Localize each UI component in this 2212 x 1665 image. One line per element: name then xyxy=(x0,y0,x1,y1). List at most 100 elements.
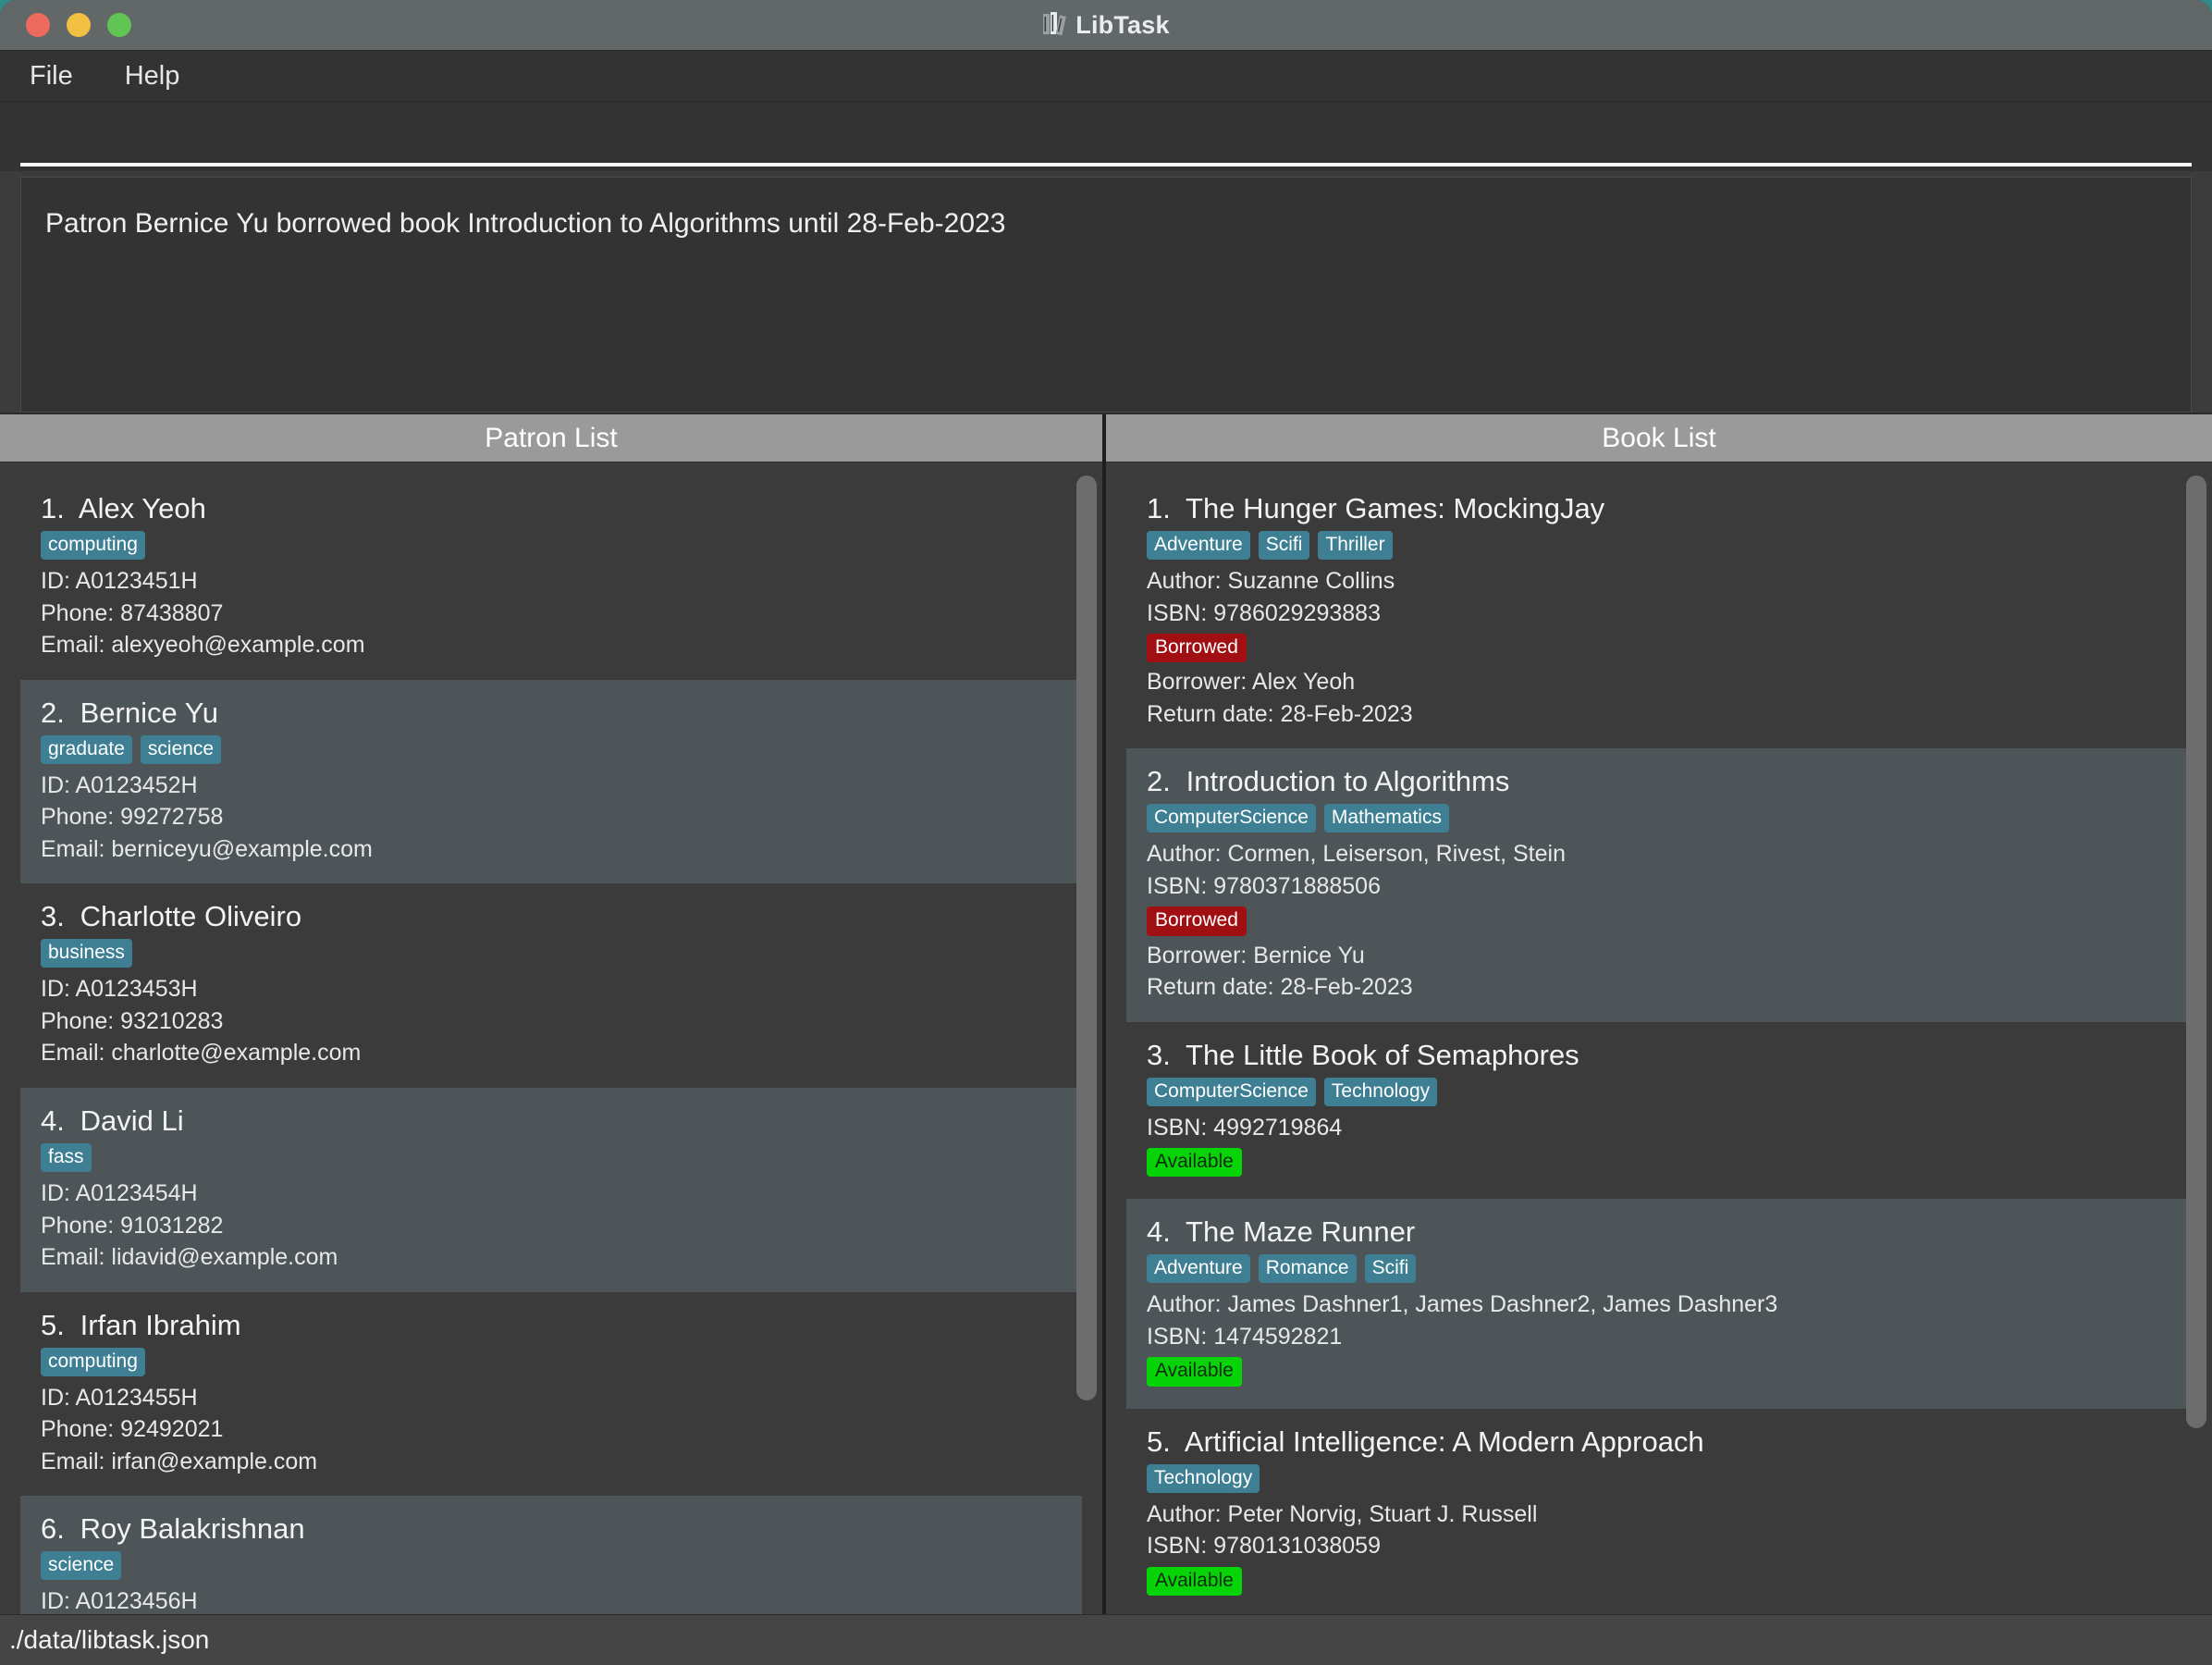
patron-card[interactable]: 6. Roy Balakrishnan science ID: A0123456H xyxy=(20,1496,1082,1614)
tag-chip: ComputerScience xyxy=(1147,1077,1316,1106)
patron-id: ID: A0123456H xyxy=(41,1588,198,1614)
patron-list: 1. Alex Yeoh computing ID: A0123451H Phone:… xyxy=(20,475,1082,1614)
tag-list: science xyxy=(41,1551,1062,1581)
tag-list: ComputerScience Technology xyxy=(1147,1077,2171,1106)
result-message-text: Patron Bernice Yu borrowed book Introduc… xyxy=(45,208,1006,239)
patron-list-scrollbar[interactable] xyxy=(1076,475,1097,1609)
patron-id: ID: A0123455H xyxy=(41,1384,198,1411)
patron-card[interactable]: 2. Bernice Yu graduate science ID: A0123452… xyxy=(20,679,1082,884)
book-status-row: Available xyxy=(1147,1562,2171,1599)
patron-card[interactable]: 3. Charlotte Oliveiro business ID: A012345… xyxy=(20,883,1082,1088)
patron-phone: Phone: 93210283 xyxy=(41,1007,224,1034)
patron-id: ID: A0123452H xyxy=(41,771,198,798)
book-card[interactable]: 5. Artificial Intelligence: A Modern App… xyxy=(1126,1408,2192,1614)
menubar: File Help xyxy=(0,51,2212,102)
patron-email: Email: lidavid@example.com xyxy=(41,1244,338,1271)
patron-email: Email: berniceyu@example.com xyxy=(41,835,373,862)
tag-chip: Scifi xyxy=(1258,531,1310,561)
book-index: 3. xyxy=(1147,1038,1171,1071)
book-index: 2. xyxy=(1147,765,1171,798)
statusbar: ./data/libtask.json xyxy=(0,1614,2212,1665)
book-status-row: Borrowed xyxy=(1147,629,2171,666)
book-card[interactable]: 1. The Hunger Games: MockingJay Adventure… xyxy=(1126,475,2192,749)
book-card[interactable]: 3. The Little Book of Semaphores Computer… xyxy=(1126,1021,2192,1200)
tag-chip: Adventure xyxy=(1147,1254,1250,1284)
tag-list: graduate science xyxy=(41,734,1062,764)
window-title-group: LibTask xyxy=(0,10,2212,41)
tag-chip: fass xyxy=(41,1142,92,1173)
patron-card[interactable]: 4. David Li fass ID: A0123454H Phone: 91031… xyxy=(20,1087,1082,1292)
tag-chip: ComputerScience xyxy=(1147,804,1316,833)
command-input[interactable] xyxy=(20,113,2192,166)
tag-chip: Technology xyxy=(1323,1077,1438,1106)
patron-index: 5. xyxy=(41,1308,65,1341)
status-badge: Available xyxy=(1147,1357,1242,1387)
tag-chip: Scifi xyxy=(1364,1254,1417,1284)
tag-chip: computing xyxy=(41,1347,145,1376)
book-list-scroll-thumb[interactable] xyxy=(2186,475,2206,1428)
tag-list: ComputerScience Mathematics xyxy=(1147,804,2171,833)
patron-email: Email: charlotte@example.com xyxy=(41,1040,362,1067)
patron-list-scroll-thumb[interactable] xyxy=(1076,475,1097,1400)
book-index: 5. xyxy=(1147,1424,1171,1458)
tag-chip: Romance xyxy=(1258,1254,1357,1284)
patron-title: 2. Bernice Yu xyxy=(41,696,218,729)
window-title: LibTask xyxy=(1075,10,1170,39)
book-return-date: Return date: 28-Feb-2023 xyxy=(1147,974,1413,1001)
book-author: Author: Cormen, Leiserson, Rivest, Stein xyxy=(1147,841,1566,868)
book-list: 1. The Hunger Games: MockingJay Adventure… xyxy=(1126,475,2192,1614)
book-pane-header: Book List xyxy=(1106,414,2212,462)
tag-chip: Technology xyxy=(1147,1463,1260,1493)
book-borrower: Borrower: Bernice Yu xyxy=(1147,942,1365,968)
book-author: Author: Suzanne Collins xyxy=(1147,568,1395,595)
book-isbn: ISBN: 9780371888506 xyxy=(1147,872,1381,899)
tag-list: computing xyxy=(41,531,1062,561)
tag-list: business xyxy=(41,939,1062,968)
patron-card[interactable]: 1. Alex Yeoh computing ID: A0123451H Phone:… xyxy=(20,475,1082,680)
book-card[interactable]: 4. The Maze Runner Adventure Romance Scifi A… xyxy=(1126,1199,2192,1409)
book-title: 4. The Maze Runner xyxy=(1147,1215,1416,1249)
book-author: Author: Peter Norvig, Stuart J. Russell xyxy=(1147,1500,1538,1527)
patron-id: ID: A0123454H xyxy=(41,1180,198,1207)
menu-item-file[interactable]: File xyxy=(26,59,77,93)
book-borrower: Borrower: Alex Yeoh xyxy=(1147,669,1356,696)
book-index: 4. xyxy=(1147,1215,1171,1249)
close-button[interactable] xyxy=(26,13,50,37)
book-isbn: ISBN: 4992719864 xyxy=(1147,1114,1343,1141)
patron-email: Email: irfan@example.com xyxy=(41,1448,318,1474)
status-badge: Borrowed xyxy=(1147,634,1247,663)
tag-list: computing xyxy=(41,1347,1062,1376)
tag-chip: Mathematics xyxy=(1323,804,1449,833)
book-title: 3. The Little Book of Semaphores xyxy=(1147,1038,1579,1071)
book-pane-body: 1. The Hunger Games: MockingJay Adventure… xyxy=(1106,462,2212,1614)
tag-list: Adventure Romance Scifi xyxy=(1147,1254,2171,1284)
window-controls xyxy=(26,13,131,37)
book-author: Author: James Dashner1, James Dashner2, … xyxy=(1147,1291,1778,1318)
minimize-button[interactable] xyxy=(67,13,91,37)
tag-list: Adventure Scifi Thriller xyxy=(1147,531,2171,561)
tag-chip: science xyxy=(140,734,222,764)
patron-email: Email: alexyeoh@example.com xyxy=(41,632,365,659)
book-return-date: Return date: 28-Feb-2023 xyxy=(1147,700,1413,727)
command-input-area xyxy=(0,102,2212,171)
book-card[interactable]: 2. Introduction to Algorithms ComputerSci… xyxy=(1126,748,2192,1022)
patron-title: 3. Charlotte Oliveiro xyxy=(41,900,302,933)
patron-pane-body: 1. Alex Yeoh computing ID: A0123451H Phone:… xyxy=(0,462,1102,1614)
patron-pane-header: Patron List xyxy=(0,414,1102,462)
status-badge: Available xyxy=(1147,1566,1242,1596)
tag-chip: computing xyxy=(41,531,145,561)
book-title: 5. Artificial Intelligence: A Modern App… xyxy=(1147,1424,1704,1458)
list-panes: Patron List 1. Alex Yeoh computing ID: A01… xyxy=(0,413,2212,1614)
patron-index: 6. xyxy=(41,1512,65,1546)
book-status-row: Borrowed xyxy=(1147,902,2171,939)
book-pane: Book List 1. The Hunger Games: MockingJa… xyxy=(1106,414,2212,1614)
patron-card[interactable]: 5. Irfan Ibrahim computing ID: A0123455H Ph… xyxy=(20,1291,1082,1497)
patron-phone: Phone: 87438807 xyxy=(41,599,224,626)
maximize-button[interactable] xyxy=(107,13,131,37)
menu-item-help[interactable]: Help xyxy=(121,59,184,93)
book-list-scrollbar[interactable] xyxy=(2186,475,2206,1609)
patron-pane: Patron List 1. Alex Yeoh computing ID: A01… xyxy=(0,414,1106,1614)
patron-id: ID: A0123451H xyxy=(41,568,198,595)
tag-chip: business xyxy=(41,939,132,968)
book-isbn: ISBN: 1474592821 xyxy=(1147,1323,1343,1350)
